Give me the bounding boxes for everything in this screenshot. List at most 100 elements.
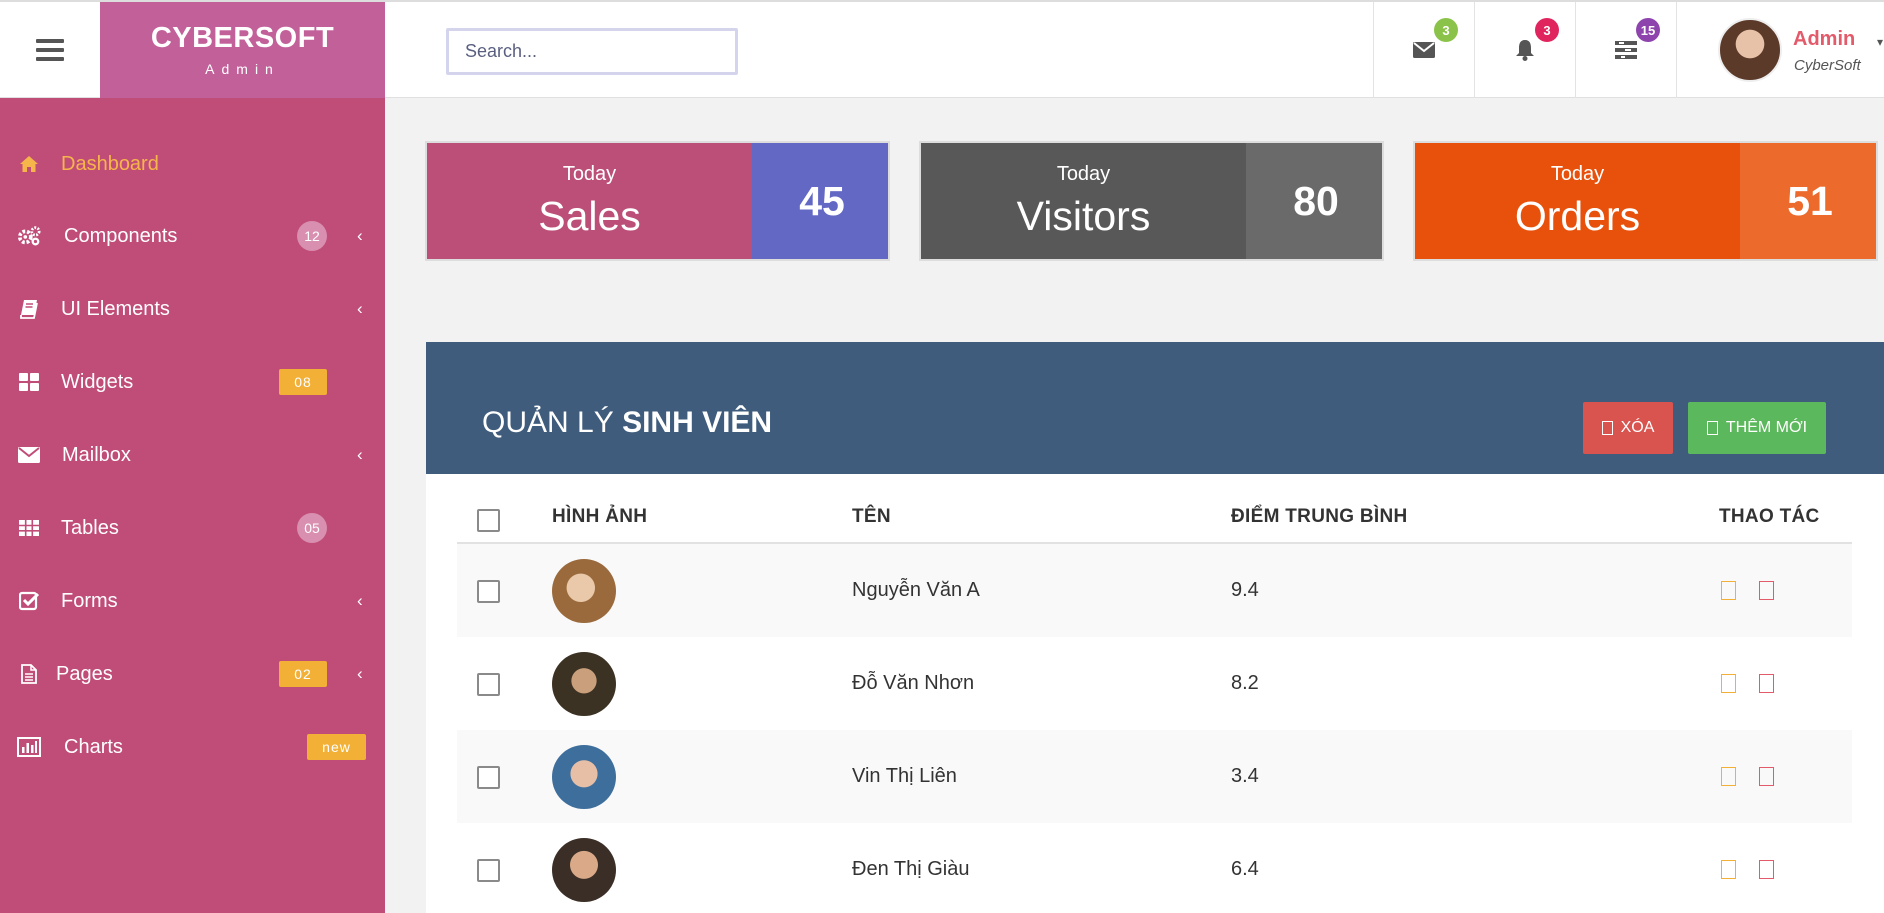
messages-button[interactable]: 3 — [1373, 2, 1474, 98]
add-new-button[interactable]: THÊM MỚI — [1688, 402, 1826, 454]
envelope-icon — [17, 443, 41, 467]
brand-name: CYBERSOFT — [150, 22, 335, 54]
plus-icon — [1706, 421, 1718, 435]
sidebar-item-mailbox[interactable]: Mailbox ‹ — [0, 435, 385, 475]
student-name: Đen Thị Giàu — [852, 858, 970, 880]
sidebar-item-label: Pages — [56, 662, 113, 685]
chevron-left-icon: ‹ — [357, 591, 363, 610]
search-input[interactable] — [446, 28, 738, 75]
new-badge: new — [307, 734, 366, 760]
chevron-left-icon: ‹ — [357, 445, 363, 464]
top-header: CYBERSOFT Admin 3 3 15 Admin CyberSoft ▾ — [0, 0, 1884, 98]
tasks-button[interactable]: 15 — [1575, 2, 1676, 98]
th-large-icon — [17, 370, 41, 394]
sidebar-item-label: Charts — [64, 735, 123, 758]
menu-toggle-button[interactable] — [0, 2, 100, 98]
column-header-name: TÊN — [852, 506, 891, 527]
sidebar-item-widgets[interactable]: Widgets 08 — [0, 362, 385, 402]
student-score: 6.4 — [1231, 858, 1259, 880]
stat-card-orders[interactable]: Today Orders 51 — [1413, 141, 1878, 261]
chevron-left-icon: ‹ — [357, 664, 363, 683]
stat-card-sales[interactable]: Today Sales 45 — [425, 141, 890, 261]
student-panel: QUẢN LÝ SINH VIÊN XÓA THÊM MỚI HÌNH ẢNH … — [426, 342, 1884, 913]
chevron-down-icon: ▾ — [1877, 35, 1884, 49]
panel-title: QUẢN LÝ SINH VIÊN — [482, 406, 772, 440]
student-name: Nguyễn Văn A — [852, 579, 980, 601]
count-badge: 02 — [279, 661, 327, 687]
sidebar-item-ui-elements[interactable]: UI Elements ‹ — [0, 289, 385, 329]
sidebar-item-charts[interactable]: Charts new — [0, 727, 385, 767]
sidebar-item-components[interactable]: Components 12 ‹ — [0, 216, 385, 256]
sidebar-item-label: Components — [64, 224, 178, 247]
student-score: 3.4 — [1231, 765, 1259, 787]
student-score: 9.4 — [1231, 579, 1259, 601]
stat-label: Sales — [538, 193, 641, 239]
table-row: Đen Thị Giàu 6.4 — [457, 823, 1852, 913]
stat-period: Today — [562, 163, 617, 185]
sidebar-item-tables[interactable]: Tables 05 — [0, 508, 385, 548]
stat-period: Today — [1550, 163, 1605, 185]
delete-icon[interactable] — [1759, 581, 1774, 600]
edit-icon[interactable] — [1721, 674, 1736, 693]
count-badge: 05 — [297, 513, 327, 543]
hamburger-icon — [36, 39, 64, 61]
tasks-badge: 15 — [1636, 18, 1660, 42]
notifications-button[interactable]: 3 — [1474, 2, 1575, 98]
bar-chart-icon — [17, 735, 41, 759]
student-avatar — [552, 652, 616, 716]
count-badge: 12 — [297, 221, 327, 251]
edit-icon[interactable] — [1721, 767, 1736, 786]
stat-label-block: Today Sales — [427, 143, 752, 259]
chevron-left-icon: ‹ — [357, 226, 363, 245]
column-header-actions: THAO TÁC — [1719, 506, 1820, 527]
panel-header: QUẢN LÝ SINH VIÊN XÓA THÊM MỚI — [426, 342, 1884, 474]
main-content: Today Sales 45 Today Visitors 80 Today O… — [385, 98, 1884, 913]
row-checkbox[interactable] — [477, 766, 500, 789]
panel-title-bold: SINH VIÊN — [622, 406, 773, 439]
book-icon — [17, 297, 41, 321]
user-name: Admin — [1793, 28, 1856, 50]
stat-label: Visitors — [1016, 193, 1151, 239]
sidebar-item-pages[interactable]: Pages 02 ‹ — [0, 654, 385, 694]
stat-value: 80 — [1246, 143, 1382, 259]
row-checkbox[interactable] — [477, 673, 500, 696]
avatar — [1718, 18, 1782, 82]
file-icon — [17, 662, 41, 686]
delete-icon[interactable] — [1759, 767, 1774, 786]
sidebar-item-label: Forms — [61, 589, 118, 612]
brand-logo[interactable]: CYBERSOFT Admin — [100, 2, 385, 98]
sidebar-item-label: Mailbox — [62, 443, 131, 466]
count-badge: 08 — [279, 369, 327, 395]
home-icon — [17, 152, 41, 176]
stat-value: 51 — [1740, 143, 1876, 259]
user-menu[interactable]: Admin CyberSoft ▾ — [1676, 2, 1884, 98]
sidebar-item-dashboard[interactable]: Dashboard — [0, 144, 385, 184]
bell-icon — [1516, 40, 1534, 61]
delete-icon[interactable] — [1759, 860, 1774, 879]
row-checkbox[interactable] — [477, 580, 500, 603]
sidebar-item-forms[interactable]: Forms ‹ — [0, 581, 385, 621]
trash-icon — [1601, 421, 1613, 435]
student-avatar — [552, 838, 616, 902]
add-label: THÊM MỚI — [1725, 419, 1808, 436]
delete-label: XÓA — [1620, 419, 1655, 436]
stat-card-visitors[interactable]: Today Visitors 80 — [919, 141, 1384, 261]
user-role: CyberSoft — [1794, 57, 1861, 74]
row-checkbox[interactable] — [477, 859, 500, 882]
table-row: Đỗ Văn Nhơn 8.2 — [457, 637, 1852, 730]
delete-button[interactable]: XÓA — [1583, 402, 1673, 454]
chevron-left-icon: ‹ — [357, 299, 363, 318]
gears-icon — [17, 224, 41, 248]
table-icon — [17, 516, 41, 540]
student-name: Đỗ Văn Nhơn — [852, 672, 975, 694]
delete-icon[interactable] — [1759, 674, 1774, 693]
stat-label: Orders — [1514, 193, 1641, 239]
messages-badge: 3 — [1434, 18, 1458, 42]
edit-icon[interactable] — [1721, 581, 1736, 600]
stat-period: Today — [1056, 163, 1111, 185]
student-avatar — [552, 745, 616, 809]
table-row: Vin Thị Liên 3.4 — [457, 730, 1852, 823]
select-all-checkbox[interactable] — [477, 509, 500, 532]
student-avatar — [552, 559, 616, 623]
edit-icon[interactable] — [1721, 860, 1736, 879]
